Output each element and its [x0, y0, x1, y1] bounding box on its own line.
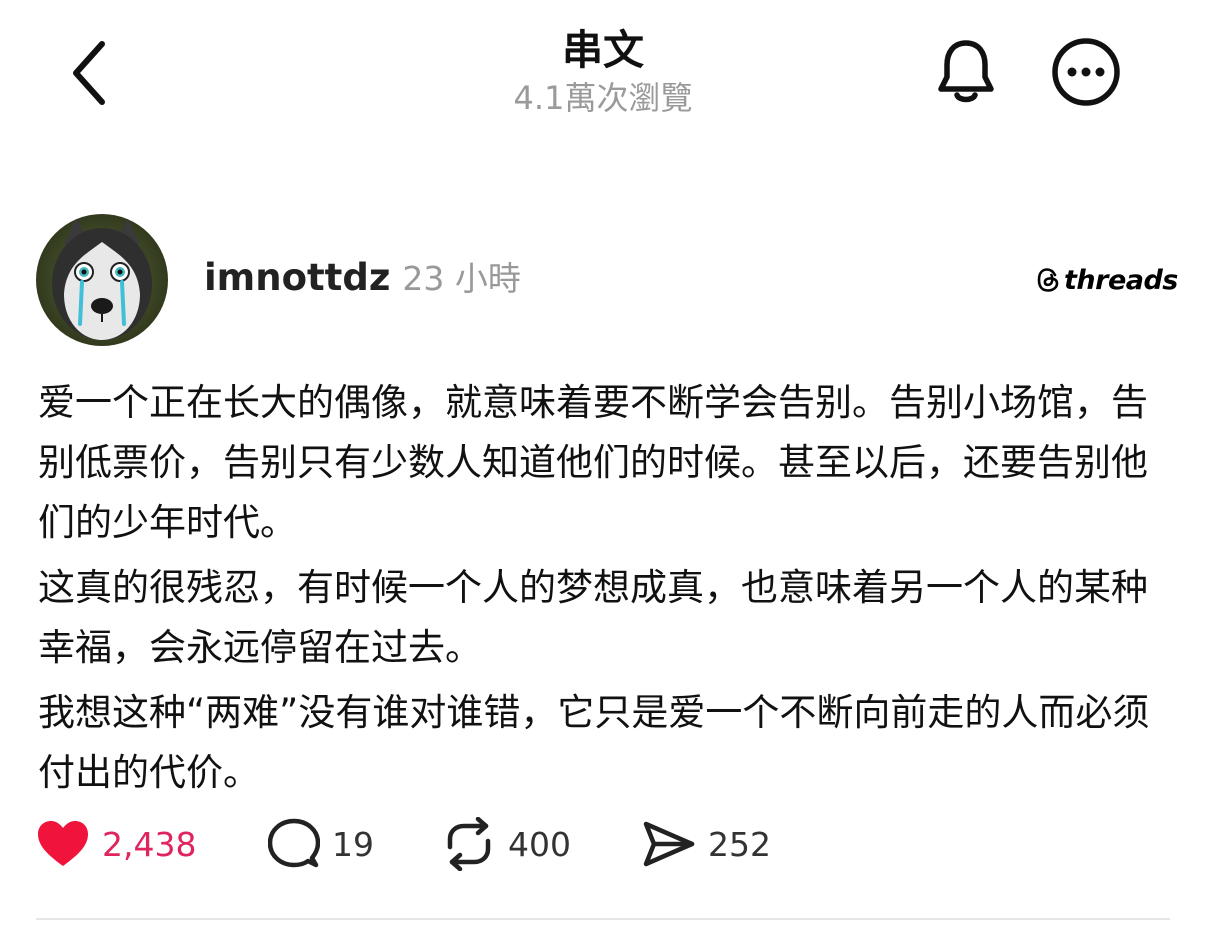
author-username[interactable]: imnottdz [204, 256, 390, 299]
bell-icon [938, 40, 994, 103]
share-button[interactable]: 252 [642, 812, 771, 876]
view-count: 4.1萬次瀏覽 [513, 79, 693, 117]
like-button[interactable]: 2,438 [36, 812, 196, 876]
threads-logo-icon [1037, 268, 1059, 292]
author-avatar[interactable] [36, 214, 168, 346]
threads-brand: threads [1036, 260, 1178, 300]
notification-button[interactable] [924, 30, 1008, 114]
post-paragraph: 这真的很残忍，有时候一个人的梦想成真，也意味着另一个人的某种幸福，会永远停留在过… [38, 566, 1148, 669]
share-count: 252 [708, 824, 771, 864]
post-paragraph: 我想这种“两难”没有谁对谁错，它只是爱一个不断向前走的人而必须付出的代价。 [38, 691, 1150, 794]
heart-filled-icon [38, 821, 88, 866]
like-count: 2,438 [102, 824, 197, 864]
crying-husky-avatar-icon [36, 214, 168, 346]
comment-bubble-icon [268, 818, 320, 868]
post-timestamp: 23 小時 [402, 259, 521, 298]
post-action-bar: 2,438 19 400 252 [36, 812, 936, 876]
repost-icon [447, 817, 491, 871]
threads-wordmark: threads [1064, 264, 1178, 296]
repost-button[interactable]: 400 [442, 812, 571, 876]
more-options-button[interactable] [1044, 30, 1128, 114]
divider [36, 918, 1170, 920]
page-title: 串文 [562, 26, 644, 74]
post-author-line: imnottdz 23 小時 [204, 252, 521, 304]
more-horizontal-icon [1052, 38, 1120, 106]
chevron-left-icon [73, 40, 105, 105]
repost-count: 400 [508, 824, 571, 864]
back-button[interactable] [50, 30, 130, 115]
post-content: 爱一个正在长大的偶像，就意味着要不断学会告别。告别小场馆，告别低票价，告别只有少… [38, 373, 1178, 808]
reply-button[interactable]: 19 [268, 812, 374, 876]
reply-count: 19 [332, 824, 374, 864]
page-header: 串文 4.1萬次瀏覽 [403, 22, 803, 120]
send-icon [643, 821, 695, 867]
post-paragraph: 爱一个正在长大的偶像，就意味着要不断学会告别。告别小场馆，告别低票价，告别只有少… [38, 381, 1148, 544]
